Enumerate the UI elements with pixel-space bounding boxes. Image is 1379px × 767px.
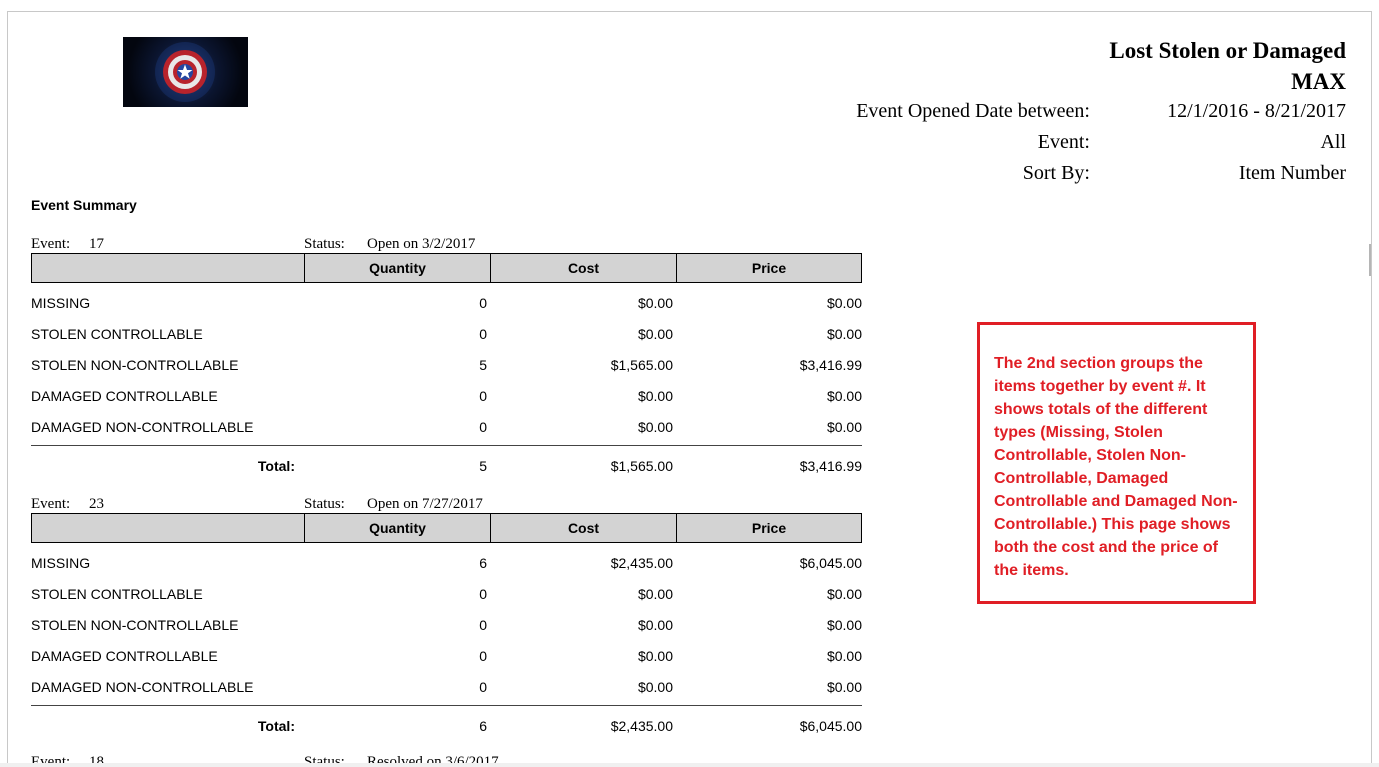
row-cost: $0.00 — [637, 388, 673, 404]
row-type: DAMAGED CONTROLLABLE — [31, 648, 218, 664]
row-cost: $0.00 — [637, 679, 673, 695]
row-price: $0.00 — [826, 617, 862, 633]
param-value-sort: Item Number — [1238, 162, 1346, 184]
total-cost: $1,565.00 — [610, 458, 673, 474]
row-cost: $0.00 — [637, 326, 673, 342]
column-header-quantity: Quantity — [304, 254, 490, 282]
section-title: Event Summary — [31, 197, 137, 213]
row-type: MISSING — [31, 555, 91, 571]
row-quantity: 0 — [479, 617, 487, 633]
table-row: STOLEN NON-CONTROLLABLE 5 $1,565.00 $3,4… — [31, 357, 862, 377]
total-label: Total: — [257, 458, 295, 474]
table-row: STOLEN CONTROLLABLE 0 $0.00 $0.00 — [31, 586, 862, 606]
table-row: DAMAGED CONTROLLABLE 0 $0.00 $0.00 — [31, 648, 862, 668]
event-label: Event: — [31, 236, 71, 252]
column-header-type — [32, 254, 304, 282]
table-row: MISSING 0 $0.00 $0.00 — [31, 295, 862, 315]
scrollbar-thumb[interactable] — [1369, 244, 1371, 276]
row-price: $6,045.00 — [799, 555, 862, 571]
total-row: Total: 5 $1,565.00 $3,416.99 — [31, 458, 862, 478]
row-cost: $0.00 — [637, 617, 673, 633]
total-divider — [31, 705, 862, 706]
row-type: DAMAGED NON-CONTROLLABLE — [31, 679, 254, 695]
column-header-price: Price — [676, 254, 861, 282]
event-label: Event: — [31, 496, 71, 512]
total-price: $3,416.99 — [799, 458, 862, 474]
row-type: DAMAGED CONTROLLABLE — [31, 388, 218, 404]
row-quantity: 0 — [479, 326, 487, 342]
row-quantity: 0 — [479, 586, 487, 602]
column-header-type — [32, 514, 304, 542]
row-price: $0.00 — [826, 419, 862, 435]
total-price: $6,045.00 — [799, 718, 862, 734]
row-price: $0.00 — [826, 388, 862, 404]
row-quantity: 0 — [479, 679, 487, 695]
row-cost: $0.00 — [637, 419, 673, 435]
total-quantity: 6 — [479, 718, 487, 734]
total-label: Total: — [257, 718, 295, 734]
table-header: Quantity Cost Price — [31, 513, 862, 543]
total-quantity: 5 — [479, 458, 487, 474]
table-row: MISSING 6 $2,435.00 $6,045.00 — [31, 555, 862, 575]
event-number: 17 — [89, 236, 104, 252]
row-price: $3,416.99 — [799, 357, 862, 373]
event-block: Event: 17 Status: Open on 3/2/2017 Quant… — [31, 236, 862, 496]
status-value: Open on 3/2/2017 — [367, 236, 476, 252]
row-type: DAMAGED NON-CONTROLLABLE — [31, 419, 254, 435]
column-header-cost: Cost — [490, 514, 676, 542]
event-block: Event: 23 Status: Open on 7/27/2017 Quan… — [31, 496, 862, 756]
logo — [123, 37, 248, 107]
total-cost: $2,435.00 — [610, 718, 673, 734]
row-cost: $2,435.00 — [610, 555, 673, 571]
row-quantity: 0 — [479, 648, 487, 664]
column-header-cost: Cost — [490, 254, 676, 282]
param-value-event: All — [1320, 131, 1346, 153]
param-label-sort: Sort By: — [1022, 162, 1090, 184]
callout-text: The 2nd section groups the items togethe… — [994, 355, 1238, 579]
row-quantity: 0 — [479, 295, 487, 311]
event-number: 23 — [89, 496, 104, 512]
table-row: STOLEN CONTROLLABLE 0 $0.00 $0.00 — [31, 326, 862, 346]
row-type: STOLEN CONTROLLABLE — [31, 326, 203, 342]
row-quantity: 6 — [479, 555, 487, 571]
annotation-callout: The 2nd section groups the items togethe… — [977, 322, 1256, 604]
row-price: $0.00 — [826, 679, 862, 695]
param-label-event: Event: — [1037, 131, 1090, 153]
row-quantity: 0 — [479, 419, 487, 435]
table-row: STOLEN NON-CONTROLLABLE 0 $0.00 $0.00 — [31, 617, 862, 637]
status-label: Status: — [304, 236, 345, 252]
row-type: MISSING — [31, 295, 91, 311]
status-value: Open on 7/27/2017 — [367, 496, 483, 512]
row-price: $0.00 — [826, 295, 862, 311]
table-row: DAMAGED NON-CONTROLLABLE 0 $0.00 $0.00 — [31, 679, 862, 699]
table-row: DAMAGED CONTROLLABLE 0 $0.00 $0.00 — [31, 388, 862, 408]
total-row: Total: 6 $2,435.00 $6,045.00 — [31, 718, 862, 738]
report-subtitle: MAX — [1291, 69, 1346, 94]
row-cost: $0.00 — [637, 648, 673, 664]
row-cost: $1,565.00 — [610, 357, 673, 373]
status-label: Status: — [304, 496, 345, 512]
column-header-price: Price — [676, 514, 861, 542]
row-price: $0.00 — [826, 586, 862, 602]
row-quantity: 5 — [479, 357, 487, 373]
table-header: Quantity Cost Price — [31, 253, 862, 283]
column-header-quantity: Quantity — [304, 514, 490, 542]
table-row: DAMAGED NON-CONTROLLABLE 0 $0.00 $0.00 — [31, 419, 862, 439]
total-divider — [31, 445, 862, 446]
row-quantity: 0 — [479, 388, 487, 404]
param-label-date-range: Event Opened Date between: — [856, 100, 1090, 122]
viewer-bottom-edge — [0, 763, 1379, 767]
row-cost: $0.00 — [637, 295, 673, 311]
param-value-date-range: 12/1/2016 - 8/21/2017 — [1167, 100, 1346, 122]
shield-star-logo — [155, 42, 215, 102]
row-type: STOLEN CONTROLLABLE — [31, 586, 203, 602]
row-price: $0.00 — [826, 648, 862, 664]
row-type: STOLEN NON-CONTROLLABLE — [31, 357, 239, 373]
row-price: $0.00 — [826, 326, 862, 342]
row-cost: $0.00 — [637, 586, 673, 602]
report-title: Lost Stolen or Damaged — [1109, 38, 1346, 63]
row-type: STOLEN NON-CONTROLLABLE — [31, 617, 239, 633]
